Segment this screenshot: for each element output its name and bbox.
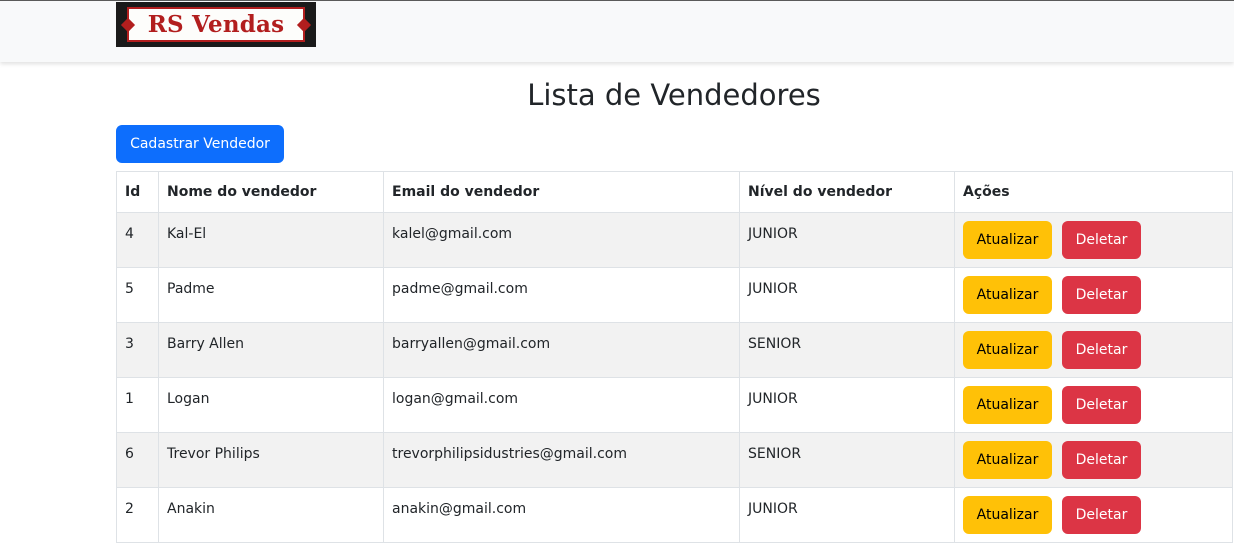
cell-actions: Atualizar Deletar <box>954 212 1233 268</box>
cell-actions: Atualizar Deletar <box>954 322 1233 378</box>
table-row: 1 Logan logan@gmail.com JUNIOR Atualizar… <box>116 377 1233 433</box>
cell-name: Barry Allen <box>158 322 384 378</box>
cell-level: JUNIOR <box>739 267 955 323</box>
cell-name: Kal-El <box>158 212 384 268</box>
update-button[interactable]: Atualizar <box>963 386 1052 424</box>
cell-level: JUNIOR <box>739 487 955 543</box>
cell-name: Trevor Philips <box>158 432 384 488</box>
cell-id: 6 <box>116 432 159 488</box>
cell-email: anakin@gmail.com <box>383 487 740 543</box>
logo-plate: RS Vendas <box>127 7 305 42</box>
cell-id: 4 <box>116 212 159 268</box>
update-button[interactable]: Atualizar <box>963 276 1052 314</box>
header-name: Nome do vendedor <box>158 171 384 213</box>
cell-email: barryallen@gmail.com <box>383 322 740 378</box>
cell-email: padme@gmail.com <box>383 267 740 323</box>
cell-id: 5 <box>116 267 159 323</box>
cell-actions: Atualizar Deletar <box>954 267 1233 323</box>
update-button[interactable]: Atualizar <box>963 441 1052 479</box>
cell-level: SENIOR <box>739 322 955 378</box>
cell-email: logan@gmail.com <box>383 377 740 433</box>
table-header-row: Id Nome do vendedor Email do vendedor Ní… <box>116 171 1233 213</box>
cell-id: 1 <box>116 377 159 433</box>
header-email: Email do vendedor <box>383 171 740 213</box>
cell-level: SENIOR <box>739 432 955 488</box>
logo-text: RS Vendas <box>147 11 285 38</box>
delete-button[interactable]: Deletar <box>1062 441 1141 479</box>
header-level: Nível do vendedor <box>739 171 955 213</box>
cell-name: Logan <box>158 377 384 433</box>
update-button[interactable]: Atualizar <box>963 496 1052 534</box>
cell-name: Anakin <box>158 487 384 543</box>
brand-logo[interactable]: RS Vendas <box>116 2 316 47</box>
cell-level: JUNIOR <box>739 212 955 268</box>
cell-level: JUNIOR <box>739 377 955 433</box>
navbar: RS Vendas <box>0 0 1234 62</box>
table-row: 4 Kal-El kalel@gmail.com JUNIOR Atualiza… <box>116 212 1233 268</box>
table-row: 3 Barry Allen barryallen@gmail.com SENIO… <box>116 322 1233 378</box>
header-actions: Ações <box>954 171 1233 213</box>
delete-button[interactable]: Deletar <box>1062 496 1141 534</box>
update-button[interactable]: Atualizar <box>963 331 1052 369</box>
sellers-table: Id Nome do vendedor Email do vendedor Ní… <box>116 171 1233 543</box>
create-seller-button[interactable]: Cadastrar Vendedor <box>116 125 284 163</box>
cell-id: 2 <box>116 487 159 543</box>
update-button[interactable]: Atualizar <box>963 221 1052 259</box>
cell-email: trevorphilipsidustries@gmail.com <box>383 432 740 488</box>
cell-actions: Atualizar Deletar <box>954 487 1233 543</box>
delete-button[interactable]: Deletar <box>1062 276 1141 314</box>
cell-email: kalel@gmail.com <box>383 212 740 268</box>
header-id: Id <box>116 171 159 213</box>
delete-button[interactable]: Deletar <box>1062 331 1141 369</box>
cell-actions: Atualizar Deletar <box>954 377 1233 433</box>
delete-button[interactable]: Deletar <box>1062 386 1141 424</box>
cell-id: 3 <box>116 322 159 378</box>
table-row: 2 Anakin anakin@gmail.com JUNIOR Atualiz… <box>116 487 1233 543</box>
cell-actions: Atualizar Deletar <box>954 432 1233 488</box>
table-row: 5 Padme padme@gmail.com JUNIOR Atualizar… <box>116 267 1233 323</box>
page-title: Lista de Vendedores <box>527 78 821 112</box>
table-row: 6 Trevor Philips trevorphilipsidustries@… <box>116 432 1233 488</box>
cell-name: Padme <box>158 267 384 323</box>
delete-button[interactable]: Deletar <box>1062 221 1141 259</box>
